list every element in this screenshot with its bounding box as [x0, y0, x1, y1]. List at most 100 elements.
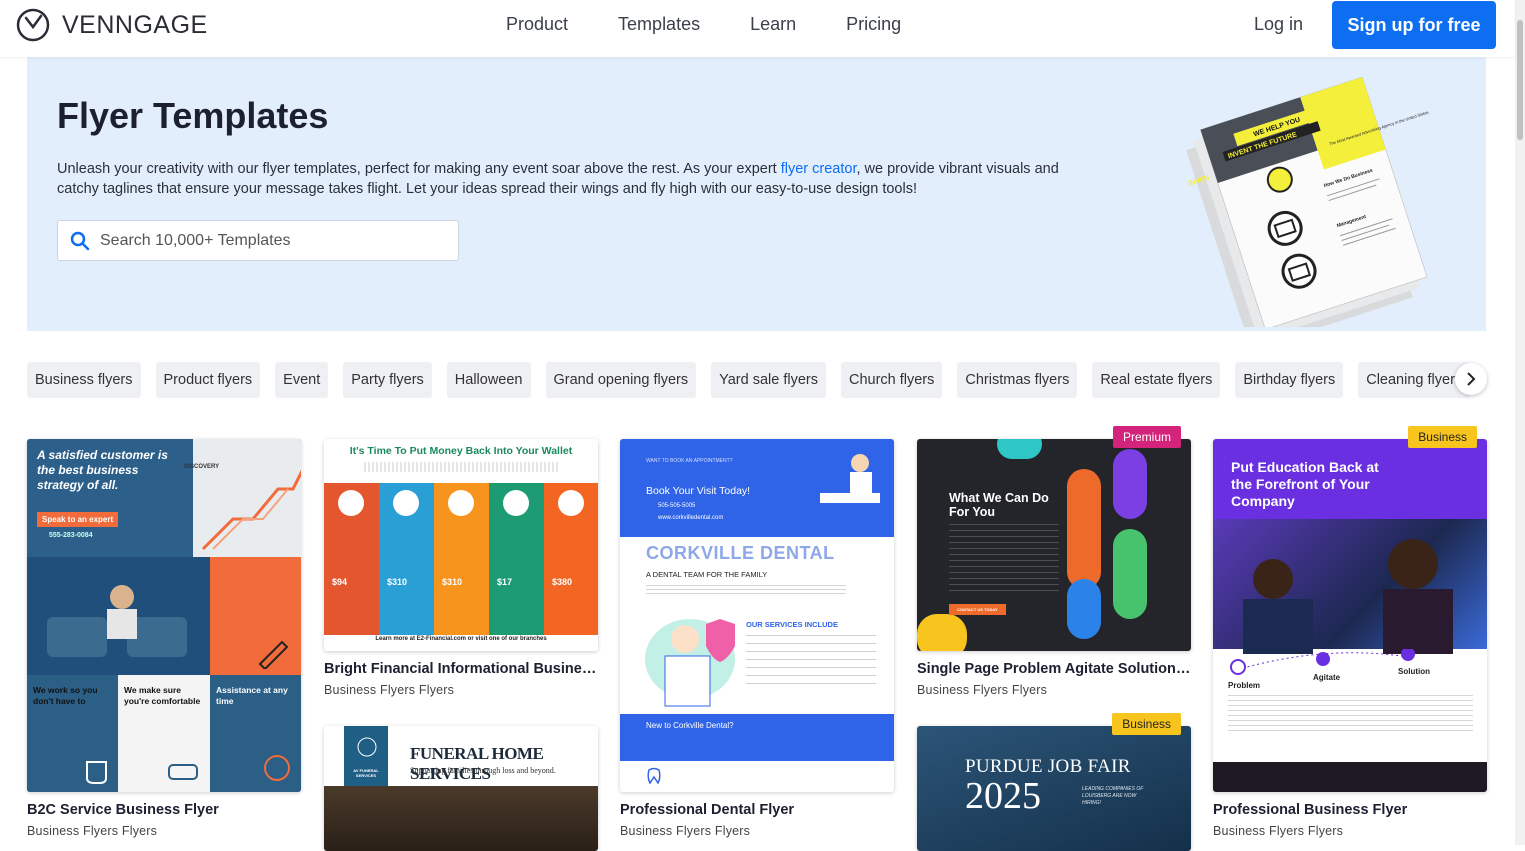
nav-link-pricing[interactable]: Pricing	[846, 14, 901, 35]
premium-badge: Premium	[1112, 426, 1181, 448]
chip-yard-sale-flyers[interactable]: Yard sale flyers	[711, 362, 826, 398]
chip-real-estate-flyers[interactable]: Real estate flyers	[1092, 362, 1221, 398]
students-photo	[1243, 539, 1453, 654]
c7-step-2: Agitate	[1313, 673, 1341, 682]
c2-headline: It's Time To Put Money Back Into Your Wa…	[349, 445, 573, 457]
template-card-professional-business[interactable]: Business Put Education Back at the Foref…	[1213, 426, 1487, 838]
card-category: Business Flyers Flyers	[27, 824, 158, 838]
card-title[interactable]: Single Page Problem Agitate Solution Fly…	[917, 661, 1191, 677]
c5-cta: CONTACT US TODAY	[949, 604, 1006, 615]
c1-brand: DISCOVERY	[184, 464, 220, 470]
cup-icon	[86, 761, 107, 784]
c1-block-2: We make sure you're comfortable	[124, 685, 201, 706]
template-card-dental[interactable]: WANT TO BOOK AN APPOINTMENT? Book Your V…	[620, 439, 894, 838]
pen-icon	[258, 640, 289, 669]
card-thumbnail[interactable]: It's Time To Put Money Back Into Your Wa…	[324, 439, 598, 651]
chip-halloween[interactable]: Halloween	[446, 362, 531, 398]
nav-link-templates[interactable]: Templates	[618, 14, 700, 35]
c6-side: LEADING COMPANIES OF LOUISBERG ARE NOW H…	[1082, 786, 1144, 806]
chip-event[interactable]: Event	[275, 362, 329, 398]
search-input[interactable]	[100, 231, 440, 250]
office-photo	[47, 585, 187, 657]
chip-grand-opening-flyers[interactable]: Grand opening flyers	[545, 362, 697, 398]
card-title[interactable]: Professional Business Flyer	[1213, 802, 1487, 818]
card-title[interactable]: B2C Service Business Flyer	[27, 802, 301, 818]
c4-site: www.corkvilledental.com	[658, 515, 724, 521]
c2-price-2: $310	[387, 577, 408, 587]
signup-button[interactable]: Sign up for free	[1332, 1, 1496, 49]
funeral-logo-icon	[357, 737, 377, 757]
c2-price-4: $17	[497, 577, 513, 587]
template-card-b2c[interactable]: A satisfied customer is the best busines…	[27, 439, 301, 838]
card-thumbnail[interactable]: A satisfied customer is the best busines…	[27, 439, 301, 792]
page-title: Flyer Templates	[57, 95, 329, 136]
template-card-problem-agitate[interactable]: Premium What We Can Do For You CONTACT U…	[917, 426, 1191, 697]
stairs-illustration	[201, 469, 301, 551]
hero-flyer-illustration: WE HELP YOU INVENT THE FUTURE INVEN The …	[1186, 76, 1429, 327]
chip-church-flyers[interactable]: Church flyers	[840, 362, 943, 398]
scrollbar-thumb[interactable]	[1517, 20, 1523, 140]
c3-tagline: Supporting families through loss and bey…	[410, 766, 556, 775]
hero-description: Unleash your creativity with our flyer t…	[57, 159, 1087, 199]
sofa-icon	[168, 764, 198, 780]
dentist-illustration	[820, 454, 880, 503]
c2-price-1: $94	[332, 577, 348, 587]
c1-block-3: Assistance at any time	[216, 685, 288, 706]
chip-christmas-flyers[interactable]: Christmas flyers	[957, 362, 1078, 398]
chip-party-flyers[interactable]: Party flyers	[343, 362, 432, 398]
nav-link-product[interactable]: Product	[506, 14, 568, 35]
top-nav: VENNGAGE Product Templates Learn Pricing…	[0, 0, 1515, 57]
tooth-icon	[647, 767, 661, 785]
nav-link-learn[interactable]: Learn	[750, 14, 796, 35]
login-link[interactable]: Log in	[1254, 14, 1303, 35]
c2-footer: Learn more at E2-Financial.com or visit …	[375, 636, 547, 642]
c5-headline: What We Can Do For You	[949, 491, 1049, 519]
brand-logo[interactable]: VENNGAGE	[16, 8, 208, 42]
template-card-financial[interactable]: It's Time To Put Money Back Into Your Wa…	[324, 439, 598, 697]
c2-icons	[338, 490, 584, 516]
c4-cta: Book Your Visit Today!	[646, 485, 751, 497]
chip-birthday-flyers[interactable]: Birthday flyers	[1235, 362, 1344, 398]
chip-cleaning-flyers[interactable]: Cleaning flyers	[1358, 362, 1471, 398]
c4-services: OUR SERVICES INCLUDE	[746, 620, 838, 629]
template-card-funeral[interactable]: AV FUNERAL SERVICES FUNERAL HOME SERVICE…	[324, 726, 598, 851]
venngage-logo-icon	[16, 8, 50, 42]
card-thumbnail[interactable]: Put Education Back at the Forefront of Y…	[1213, 439, 1487, 792]
card-category: Business Flyers Flyers	[620, 824, 751, 838]
c1-block-1: We work so you don't have to	[33, 685, 98, 706]
category-chips: Business flyers Product flyers Event Par…	[27, 362, 1489, 398]
card-title[interactable]: Professional Dental Flyer	[620, 802, 894, 818]
c4-phone: 505-505-5005	[658, 503, 696, 509]
card-category: Business Flyers Flyers	[917, 683, 1048, 697]
nav-links: Product Templates Learn Pricing	[506, 14, 951, 35]
c1-headline: A satisfied customer is the best busines…	[37, 448, 168, 492]
search-box[interactable]	[57, 220, 459, 261]
card-thumbnail[interactable]: WANT TO BOOK AN APPOINTMENT? Book Your V…	[620, 439, 894, 792]
card-title[interactable]: Bright Financial Informational Business …	[324, 661, 598, 677]
chip-product-flyers[interactable]: Product flyers	[155, 362, 261, 398]
card-thumbnail[interactable]: AV FUNERAL SERVICES FUNERAL HOME SERVICE…	[324, 726, 598, 851]
c7-step-1: Problem	[1228, 681, 1261, 690]
c2-prices: $94 $310 $310 $17 $380	[324, 577, 598, 587]
chips-next-button[interactable]	[1455, 363, 1487, 395]
c3-headline: FUNERAL HOME SERVICES	[410, 744, 544, 783]
hero-desc-text: Unleash your creativity with our flyer t…	[57, 161, 781, 177]
headset-icon	[264, 755, 290, 781]
c2-price-5: $380	[552, 577, 573, 587]
c7-headline: Put Education Back at the Forefront of Y…	[1231, 459, 1379, 509]
template-card-job-fair[interactable]: Business PURDUE JOB FAIR 2025 LEADING CO…	[917, 713, 1191, 851]
c4-new: New to Corkville Dental?	[646, 721, 734, 730]
chip-business-flyers[interactable]: Business flyers	[27, 362, 141, 398]
chevron-right-icon	[1467, 372, 1476, 386]
c4-top: WANT TO BOOK AN APPOINTMENT?	[646, 458, 733, 464]
flyer-creator-link[interactable]: flyer creator	[781, 161, 857, 177]
card-category: Business Flyers Flyers	[1213, 824, 1344, 838]
doctor-illustration	[645, 619, 735, 707]
card-thumbnail[interactable]: What We Can Do For You CONTACT US TODAY	[917, 439, 1191, 651]
card-thumbnail[interactable]: PURDUE JOB FAIR 2025 LEADING COMPANIES O…	[917, 726, 1191, 851]
card-category: Business Flyers Flyers	[324, 683, 455, 697]
search-icon	[70, 231, 90, 250]
c2-price-3: $310	[442, 577, 463, 587]
business-badge: Business	[1408, 426, 1477, 448]
c7-steps	[1230, 649, 1415, 675]
